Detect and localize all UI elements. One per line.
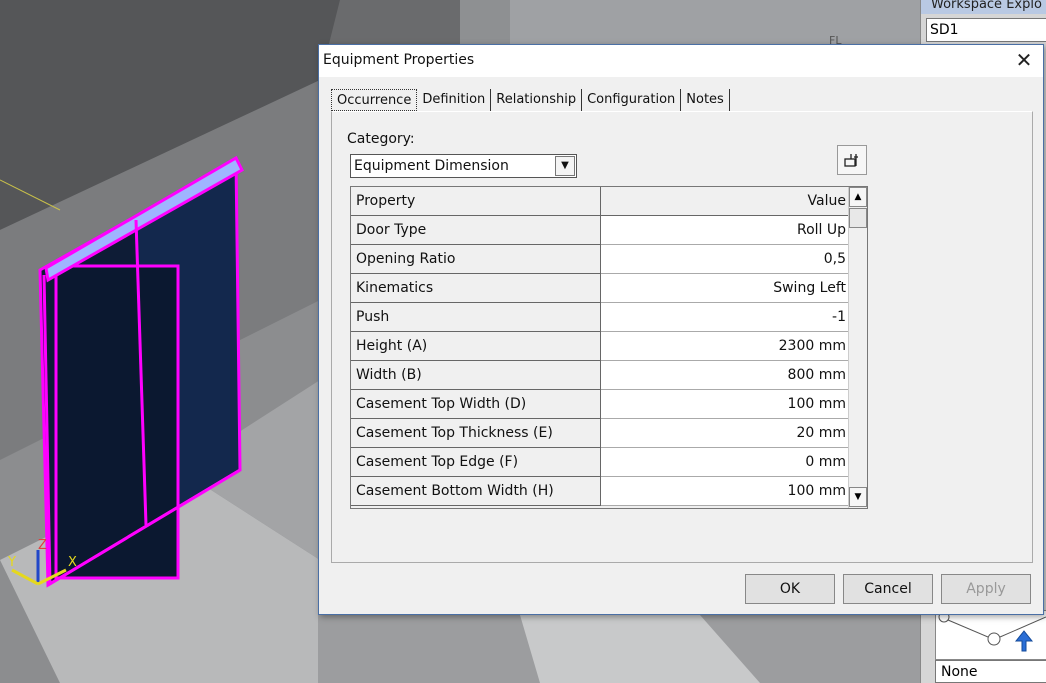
table-row[interactable]: Opening Ratio 0,5 xyxy=(351,245,848,274)
axis-z-label: Z xyxy=(38,538,47,553)
property-value[interactable]: 0 mm xyxy=(601,448,848,477)
category-select[interactable]: Equipment Dimension ▼ xyxy=(350,154,577,178)
property-value[interactable]: 20 mm xyxy=(601,419,848,448)
dialog-tabs: Occurrence Definition Relationship Confi… xyxy=(331,89,730,111)
table-row[interactable]: Kinematics Swing Left xyxy=(351,274,848,303)
apply-button[interactable]: Apply xyxy=(941,574,1031,604)
scene-wall-shape xyxy=(510,0,920,44)
workspace-filter-field[interactable]: None xyxy=(935,660,1046,683)
property-name: Width (B) xyxy=(351,361,601,390)
table-row[interactable]: Casement Top Edge (F) 0 mm xyxy=(351,448,848,477)
scroll-down-icon[interactable]: ▼ xyxy=(849,487,867,507)
property-name: Kinematics xyxy=(351,274,601,303)
property-value[interactable]: 100 mm xyxy=(601,390,848,419)
workspace-selection-field[interactable]: SD1 xyxy=(926,18,1046,42)
category-label: Category: xyxy=(347,131,415,147)
tab-configuration[interactable]: Configuration xyxy=(582,89,682,111)
axis-x-label: X xyxy=(68,555,77,570)
dialog-titlebar[interactable]: Equipment Properties ✕ xyxy=(319,45,1043,77)
dialog-title: Equipment Properties xyxy=(323,52,475,68)
tab-occurrence[interactable]: Occurrence xyxy=(331,89,418,111)
property-name: Casement Top Width (D) xyxy=(351,390,601,419)
property-name: Push xyxy=(351,303,601,332)
scroll-up-icon[interactable]: ▲ xyxy=(849,187,867,207)
property-grid: Property Value Door Type Roll Up Opening… xyxy=(350,186,868,509)
table-row[interactable]: Width (B) 800 mm xyxy=(351,361,848,390)
ok-button[interactable]: OK xyxy=(745,574,835,604)
equipment-properties-dialog: Equipment Properties ✕ Occurrence Defini… xyxy=(318,44,1044,615)
property-value[interactable]: 2300 mm xyxy=(601,332,848,361)
workspace-graph-area[interactable] xyxy=(935,610,1046,660)
tab-notes[interactable]: Notes xyxy=(681,89,730,111)
tab-definition[interactable]: Definition xyxy=(417,89,492,111)
property-value[interactable]: Swing Left xyxy=(601,274,848,303)
header-value: Value xyxy=(601,187,848,216)
door-leaf-outline xyxy=(54,264,180,580)
workspace-graph-icon xyxy=(938,611,1046,652)
scrollbar-thumb[interactable] xyxy=(849,208,867,228)
cancel-button[interactable]: Cancel xyxy=(843,574,933,604)
property-value[interactable]: Roll Up xyxy=(601,216,848,245)
property-name: Casement Top Edge (F) xyxy=(351,448,601,477)
property-grid-header: Property Value xyxy=(351,187,848,216)
axis-y-label: Y xyxy=(7,555,16,570)
tab-relationship[interactable]: Relationship xyxy=(491,89,583,111)
property-value[interactable]: 100 mm xyxy=(601,477,848,506)
property-name: Casement Top Thickness (E) xyxy=(351,419,601,448)
property-name: Height (A) xyxy=(351,332,601,361)
property-name: Casement Bottom Width (H) xyxy=(351,477,601,506)
table-row[interactable]: Door Type Roll Up xyxy=(351,216,848,245)
table-row[interactable]: Casement Top Thickness (E) 20 mm xyxy=(351,419,848,448)
grid-scrollbar[interactable]: ▲ ▼ xyxy=(848,187,867,508)
property-value[interactable]: -1 xyxy=(601,303,848,332)
workspace-explorer-title: Workspace Explo xyxy=(921,0,1046,14)
close-icon[interactable]: ✕ xyxy=(1011,48,1037,74)
category-select-value: Equipment Dimension xyxy=(354,158,509,174)
table-row[interactable]: Casement Bottom Width (H) 100 mm xyxy=(351,477,848,506)
header-property: Property xyxy=(351,187,601,216)
table-row[interactable]: Casement Top Width (D) 100 mm xyxy=(351,390,848,419)
table-row[interactable]: Push -1 xyxy=(351,303,848,332)
property-value[interactable]: 0,5 xyxy=(601,245,848,274)
property-name: Door Type xyxy=(351,216,601,245)
scene-wall-shape xyxy=(460,0,510,44)
properties-icon[interactable] xyxy=(837,145,867,175)
table-row[interactable]: Height (A) 2300 mm xyxy=(351,332,848,361)
chevron-down-icon[interactable]: ▼ xyxy=(555,156,575,176)
property-name: Opening Ratio xyxy=(351,245,601,274)
property-value[interactable]: 800 mm xyxy=(601,361,848,390)
